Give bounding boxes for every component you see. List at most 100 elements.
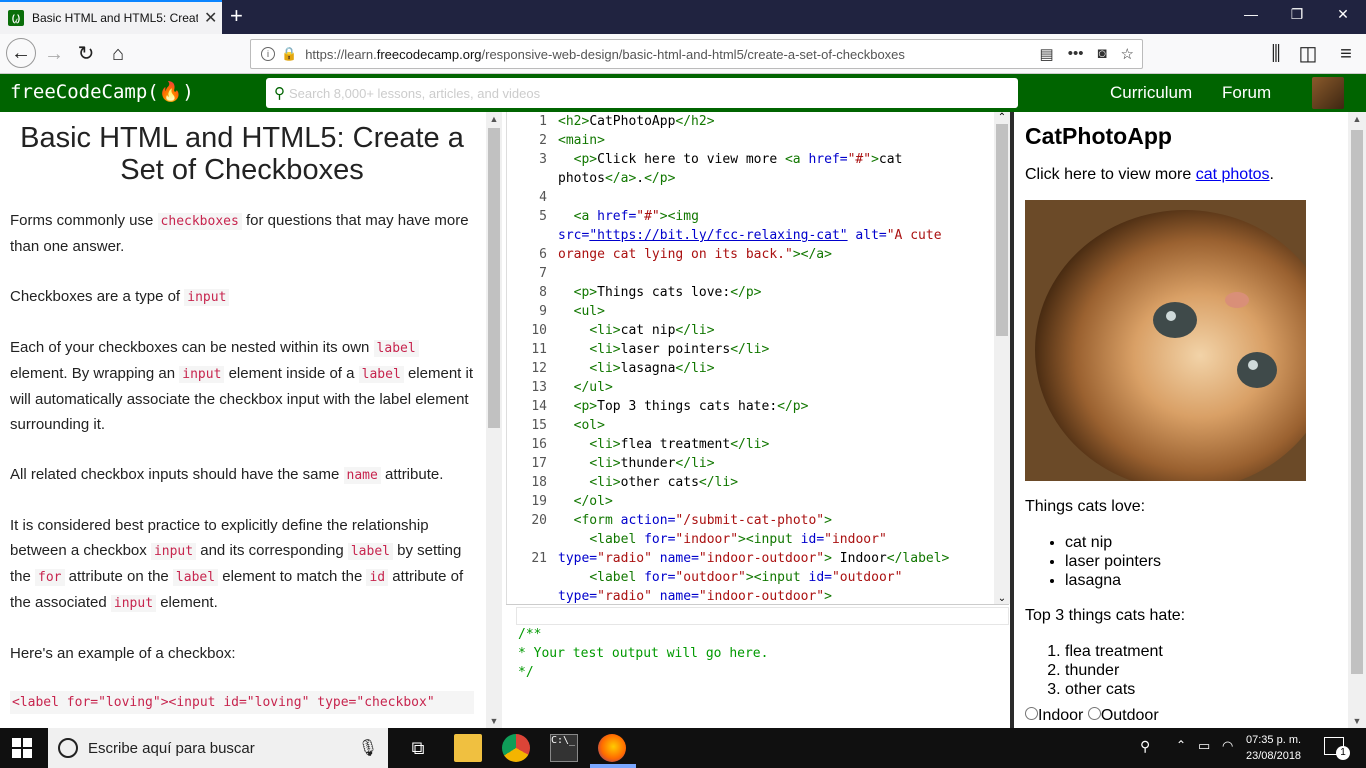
preview-scrollbar[interactable]: ▲ ▼ bbox=[1348, 112, 1366, 728]
search-input[interactable]: ⚲ Search 8,000+ lessons, articles, and v… bbox=[266, 78, 1018, 108]
code-line[interactable]: type="radio" name="indoor-outdoor"> Indo… bbox=[558, 549, 998, 568]
chevron-up-icon[interactable]: ⌃ bbox=[1176, 738, 1186, 752]
lesson-title: Basic HTML and HTML5: Create a Set of Ch… bbox=[20, 122, 464, 186]
editor-scrollbar[interactable]: ⌃ ⌄ bbox=[994, 112, 1010, 604]
list-item: cat nip bbox=[1065, 533, 1348, 552]
restore-button[interactable]: ❐ bbox=[1274, 6, 1320, 23]
close-tab-icon[interactable]: ✕ bbox=[204, 8, 217, 28]
sidebar-icon[interactable]: ◫ bbox=[1294, 40, 1322, 68]
terminal-icon[interactable]: C:\_ bbox=[550, 734, 578, 762]
lesson-paragraph: Each of your checkboxes can be nested wi… bbox=[10, 339, 473, 433]
lesson-paragraph: It is considered best practice to explic… bbox=[10, 517, 464, 612]
outdoor-radio[interactable] bbox=[1087, 707, 1101, 720]
scroll-up-icon[interactable]: ▲ bbox=[1348, 114, 1366, 124]
code-line[interactable]: <ol> bbox=[558, 416, 998, 435]
scroll-up-icon[interactable]: ▲ bbox=[486, 114, 502, 124]
scroll-down-icon[interactable]: ▼ bbox=[486, 716, 502, 726]
code-line[interactable]: </ul> bbox=[558, 378, 998, 397]
library-icon[interactable]: ⫼ bbox=[1262, 40, 1290, 68]
back-arrow-icon[interactable]: ← bbox=[6, 38, 36, 68]
clock-date: 23/08/2018 bbox=[1246, 750, 1302, 762]
reader-view-icon[interactable]: ▤ bbox=[1040, 45, 1054, 63]
cat-photo[interactable] bbox=[1025, 200, 1306, 481]
code-line[interactable]: src="https://bit.ly/fcc-relaxing-cat" al… bbox=[558, 226, 998, 245]
code-line[interactable]: <p>Top 3 things cats hate:</p> bbox=[558, 397, 998, 416]
code-line[interactable]: <label for="outdoor"><input id="outdoor" bbox=[558, 568, 998, 587]
code-line[interactable]: <h2>CatPhotoApp</h2> bbox=[558, 112, 998, 131]
url-bar[interactable]: i 🔒 https://learn.freecodecamp.org/respo… bbox=[250, 39, 1143, 69]
battery-icon[interactable]: ▭ bbox=[1198, 738, 1210, 754]
firefox-icon[interactable] bbox=[598, 734, 626, 762]
scroll-down-icon[interactable]: ⌄ bbox=[994, 593, 1010, 604]
menu-icon[interactable]: ≡ bbox=[1332, 40, 1360, 68]
code-line[interactable]: <main> bbox=[558, 131, 998, 150]
lesson-scrollbar[interactable]: ▲ ▼ bbox=[486, 112, 502, 728]
code-line[interactable]: type="radio" name="indoor-outdoor"> bbox=[558, 587, 998, 604]
forward-arrow-icon[interactable]: → bbox=[40, 40, 68, 68]
code-line[interactable]: photos</a>.</p> bbox=[558, 169, 998, 188]
code-lines[interactable]: <h2>CatPhotoApp</h2> <main> <p>Click here… bbox=[558, 112, 998, 604]
test-output-panel: /** * Your test output will go here. */ bbox=[506, 604, 1009, 728]
people-icon[interactable]: ⚲ bbox=[1140, 738, 1150, 755]
love-list: cat nip laser pointers lasagna bbox=[1025, 533, 1348, 590]
code-line[interactable] bbox=[558, 264, 998, 283]
line-number bbox=[507, 169, 551, 188]
output-input[interactable] bbox=[516, 607, 1009, 625]
code-line[interactable]: <li>laser pointers</li> bbox=[558, 340, 998, 359]
code-line[interactable] bbox=[558, 188, 998, 207]
code-editor[interactable]: 1 2 3 4 5 6 7 8 9 10 11 12 13 14 15 16 17 18 19 20 21 <h2>Ca… bbox=[506, 112, 1009, 604]
home-icon[interactable]: ⌂ bbox=[104, 40, 132, 68]
scrollbar-thumb[interactable] bbox=[1351, 130, 1363, 674]
wifi-icon[interactable]: ◠ bbox=[1222, 738, 1233, 754]
code-line[interactable]: </ol> bbox=[558, 492, 998, 511]
code-line[interactable]: <li>thunder</li> bbox=[558, 454, 998, 473]
code-line[interactable]: <label for="indoor"><input id="indoor" bbox=[558, 530, 998, 549]
nav-forum-link[interactable]: Forum bbox=[1222, 83, 1271, 103]
fcc-logo[interactable]: freeCodeCamp(🔥) bbox=[10, 80, 194, 103]
scrollbar-thumb[interactable] bbox=[996, 124, 1008, 336]
tab-title: Basic HTML and HTML5: Create a Set of Ch… bbox=[32, 11, 198, 25]
code-line[interactable]: <p>Things cats love:</p> bbox=[558, 283, 998, 302]
cat-photos-link[interactable]: cat photos bbox=[1196, 166, 1270, 183]
search-placeholder: Search 8,000+ lessons, articles, and vid… bbox=[289, 85, 541, 101]
minimize-button[interactable]: — bbox=[1228, 6, 1274, 22]
code-line[interactable]: <ul> bbox=[558, 302, 998, 321]
code-line[interactable]: <form action="/submit-cat-photo"> bbox=[558, 511, 998, 530]
code-line[interactable]: <li>lasagna</li> bbox=[558, 359, 998, 378]
line-number: 10 bbox=[531, 323, 547, 338]
close-window-button[interactable]: ✕ bbox=[1320, 6, 1366, 23]
file-explorer-icon[interactable] bbox=[454, 734, 482, 762]
code-line[interactable]: orange cat lying on its back."></a> bbox=[558, 245, 998, 264]
scroll-up-icon[interactable]: ⌃ bbox=[994, 112, 1010, 123]
line-number bbox=[507, 568, 551, 587]
line-number: 14 bbox=[531, 399, 547, 414]
code-line[interactable]: <li>flea treatment</li> bbox=[558, 435, 998, 454]
task-view-icon[interactable]: ⧉ bbox=[404, 734, 432, 762]
line-number: 2 bbox=[539, 133, 547, 148]
microphone-icon[interactable]: 🎙 bbox=[358, 738, 378, 758]
code-line[interactable]: <li>cat nip</li> bbox=[558, 321, 998, 340]
indoor-radio[interactable] bbox=[1025, 707, 1038, 720]
clock[interactable]: 07:35 p. m. 23/08/2018 bbox=[1246, 732, 1301, 764]
url-actions: ▤ ••• ◙ ☆ bbox=[1040, 45, 1134, 63]
line-number: 20 bbox=[531, 513, 547, 528]
info-icon[interactable]: i bbox=[261, 47, 275, 61]
browser-tab[interactable]: (⁁) Basic HTML and HTML5: Create a Set o… bbox=[0, 0, 222, 34]
pocket-icon[interactable]: ◙ bbox=[1097, 45, 1106, 63]
code-line[interactable]: <a href="#"><img bbox=[558, 207, 998, 226]
bookmark-star-icon[interactable]: ☆ bbox=[1121, 45, 1134, 63]
chrome-icon[interactable] bbox=[502, 734, 530, 762]
reload-icon[interactable]: ↻ bbox=[72, 40, 100, 68]
more-actions-icon[interactable]: ••• bbox=[1068, 45, 1084, 63]
scroll-down-icon[interactable]: ▼ bbox=[1348, 716, 1366, 726]
line-number: 15 bbox=[531, 418, 547, 433]
code-line[interactable]: <li>other cats</li> bbox=[558, 473, 998, 492]
nav-curriculum-link[interactable]: Curriculum bbox=[1110, 83, 1192, 103]
avatar[interactable] bbox=[1312, 77, 1344, 109]
new-tab-button[interactable]: + bbox=[230, 4, 243, 28]
windows-start-icon[interactable] bbox=[12, 738, 32, 758]
code-line[interactable]: <p>Click here to view more <a href="#">c… bbox=[558, 150, 998, 169]
taskbar-search[interactable]: Escribe aquí para buscar 🎙 bbox=[48, 728, 388, 768]
line-number: 5 bbox=[539, 209, 547, 224]
scrollbar-thumb[interactable] bbox=[488, 128, 500, 428]
